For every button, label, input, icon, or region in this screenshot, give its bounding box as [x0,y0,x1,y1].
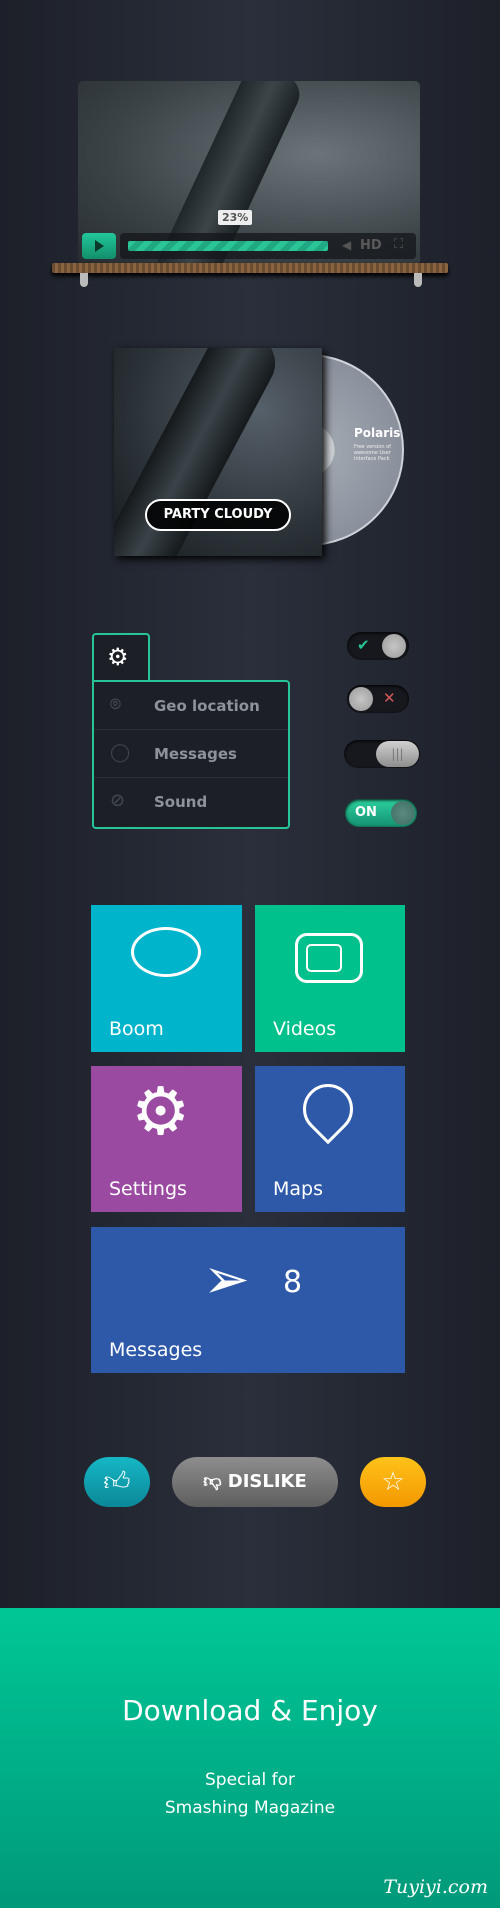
message-count: 8 [283,1265,303,1300]
tile-maps[interactable]: Maps [255,1066,405,1212]
thumbs-up-icon: 👍︎ [103,1467,131,1497]
toggle-cross[interactable]: ✕ [347,685,409,713]
settings-item-sound[interactable]: ⊘ Sound [94,778,288,826]
video-player: 23% ◀ HD ⛶ [78,81,420,265]
bracket-left [80,273,88,287]
bracket-right [414,273,422,287]
video-controls: ◀ HD ⛶ [82,233,416,261]
fullscreen-icon[interactable]: ⛶ [394,237,403,252]
like-button[interactable]: 👍︎ [84,1457,150,1507]
settings-tab[interactable]: ⚙ [92,633,150,683]
star-button[interactable]: ☆ [360,1457,426,1507]
progress-fill [128,241,329,251]
tile-label: Videos [273,1018,337,1040]
watermark: Tuyiyi.com [383,1876,488,1898]
settings-item-geo[interactable]: ⌾ Geo location [94,682,288,730]
gear-icon: ⚙ [131,1073,191,1150]
paper-plane-icon: ➢ [203,1247,250,1312]
disc-title: Polaris [354,426,401,440]
settings-item-label: Sound [154,793,208,811]
tv-icon [295,933,363,983]
toggle-knob [382,634,406,658]
dislike-label: DISLIKE [227,1471,307,1492]
progress-tooltip: 23% [218,210,253,225]
banner-title: Download & Enjoy [122,1694,378,1727]
download-banner: Download & Enjoy Special for Smashing Ma… [0,1608,500,1908]
dislike-button[interactable]: 👎︎ DISLIKE [172,1457,338,1507]
map-pin-icon: ⌾ [110,694,121,715]
tile-label: Messages [109,1339,203,1361]
album-cover: PARTY CLOUDY [114,348,322,556]
tile-settings[interactable]: ⚙ Settings [91,1066,242,1212]
thumbs-down-icon: 👎︎ [203,1471,228,1492]
settings-item-label: Geo location [154,697,260,715]
settings-item-label: Messages [154,745,237,763]
settings-item-messages[interactable]: ◯ Messages [94,730,288,778]
progress-track[interactable] [128,241,329,251]
gear-icon: ⚙ [107,643,129,671]
tile-label: Maps [273,1178,323,1200]
speech-bubble-icon: ◯ [110,742,131,763]
hd-button[interactable]: HD [360,238,382,253]
tile-messages[interactable]: ➢ 8 Messages [91,1227,405,1373]
tile-label: Boom [109,1018,164,1040]
toggle-knob [391,801,415,825]
map-pin-icon [292,1073,364,1145]
play-button[interactable] [82,233,116,259]
toggle-knob [349,687,373,711]
tile-label: Settings [109,1178,187,1200]
control-bar: ◀ HD ⛶ [120,233,416,259]
speech-bubble-icon [131,927,201,977]
star-icon: ☆ [381,1467,405,1497]
volume-icon[interactable]: ◀ [342,238,351,252]
disc-text: Free version of awesome User Interface P… [354,444,391,462]
tile-boom[interactable]: Boom [91,905,242,1052]
toggle-on[interactable]: ON [345,799,417,827]
cross-icon: ✕ [383,689,396,707]
check-icon: ✔ [357,636,370,654]
tile-videos[interactable]: Videos [255,905,405,1052]
party-cloudy-button[interactable]: PARTY CLOUDY [145,499,291,531]
toggle-on-label: ON [355,805,377,820]
toggle-slider[interactable]: ||| [344,740,420,768]
banner-line1: Special for [204,1770,296,1790]
banner-line2: Smashing Magazine [164,1798,336,1818]
sound-off-icon: ⊘ [110,790,126,811]
slider-handle: ||| [376,741,419,767]
toggle-check[interactable]: ✔ [347,632,409,660]
settings-panel: ⌾ Geo location ◯ Messages ⊘ Sound [92,680,290,829]
shelf [52,263,448,273]
